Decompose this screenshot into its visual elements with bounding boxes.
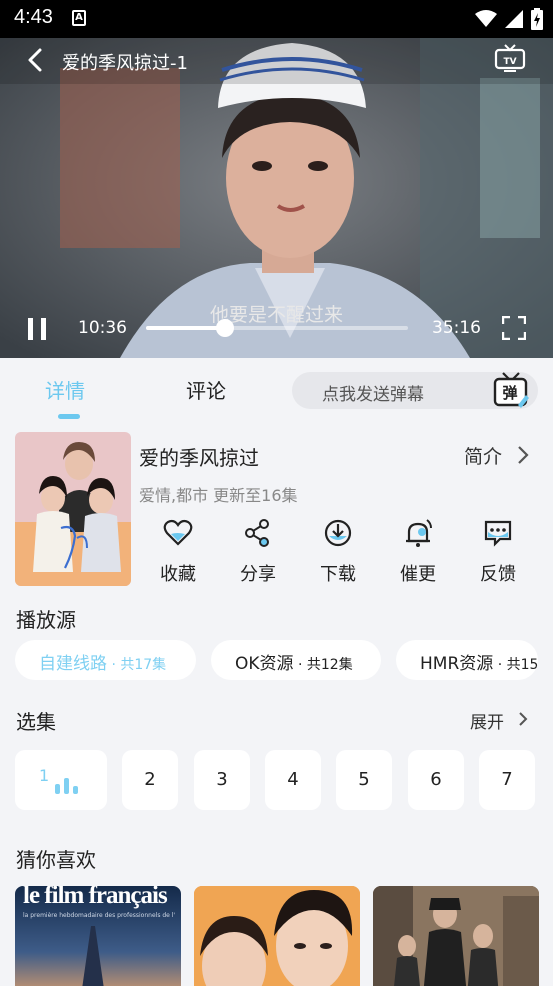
pause-button[interactable] xyxy=(27,318,49,340)
status-bar: 4:43 A xyxy=(0,0,553,38)
favorite-label: 收藏 xyxy=(160,564,196,585)
episodes-title: 选集 xyxy=(16,710,56,734)
pause-icon-bar-left xyxy=(28,318,33,340)
share-icon xyxy=(245,519,269,547)
battery-icon xyxy=(531,8,543,30)
wifi-icon xyxy=(475,10,497,27)
source-name: 自建线路 xyxy=(39,654,107,674)
source-chip[interactable]: OK资源 · 共12集 xyxy=(211,640,381,680)
danmu-toggle-icon[interactable]: 弹 xyxy=(492,371,530,409)
video-player[interactable]: 爱的季风掠过-1 TV 他要是不醒过来 10:36 35:16 xyxy=(0,38,553,358)
notification-a-icon: A xyxy=(72,10,86,26)
tab-details[interactable]: 详情 xyxy=(45,375,85,404)
duration: 35:16 xyxy=(432,318,481,338)
source-list: 自建线路 · 共17集 OK资源 · 共12集 HMR资源 · 共15集 xyxy=(0,640,553,684)
danmu-button-label: 弹 xyxy=(502,384,517,402)
now-playing-icon xyxy=(55,778,78,794)
download-button[interactable]: 下载 xyxy=(308,518,368,585)
cast-tv-icon[interactable]: TV xyxy=(494,44,526,74)
recommend-cover-image xyxy=(194,886,360,986)
recommend-cover-image xyxy=(373,886,539,986)
feedback-icon xyxy=(484,520,512,547)
favorite-button[interactable]: 收藏 xyxy=(148,518,208,585)
recommend-card[interactable] xyxy=(194,886,360,986)
episode-button[interactable]: 3 xyxy=(194,750,250,810)
source-count: · 共12集 xyxy=(293,657,353,673)
signal-icon xyxy=(505,10,523,28)
status-time: 4:43 xyxy=(14,6,53,28)
back-arrow-icon[interactable] xyxy=(22,46,50,74)
expand-link[interactable]: 展开 xyxy=(470,708,504,733)
tab-comments[interactable]: 评论 xyxy=(186,375,226,404)
recommend-title: 猜你喜欢 xyxy=(16,848,96,872)
player-controls: 10:36 35:16 xyxy=(0,308,553,348)
recommend-card[interactable]: le film français la première hebdomadair… xyxy=(15,886,181,986)
feedback-label: 反馈 xyxy=(480,564,516,585)
feedback-button[interactable]: 反馈 xyxy=(468,518,528,585)
episode-number: 1 xyxy=(39,766,50,785)
recommend-card[interactable] xyxy=(373,886,539,986)
remind-update-button[interactable]: 催更 xyxy=(388,518,448,585)
active-tab-indicator xyxy=(58,414,80,419)
current-time: 10:36 xyxy=(78,318,127,338)
source-name: HMR资源 xyxy=(420,654,494,674)
detail-panel: 详情 评论 点我发送弹幕 弹 爱的季风掠过 简介 爱情,都市 更新至16集 收藏… xyxy=(0,358,553,986)
recommend-list: le film français la première hebdomadair… xyxy=(0,886,553,986)
intro-link[interactable]: 简介 xyxy=(464,442,502,469)
recommend-cover-image xyxy=(82,926,104,986)
episode-button[interactable]: 1 xyxy=(15,750,107,810)
bell-icon xyxy=(406,519,432,547)
player-top-bar: 爱的季风掠过-1 TV xyxy=(0,38,553,84)
share-label: 分享 xyxy=(240,564,276,585)
episode-button[interactable]: 5 xyxy=(336,750,392,810)
source-count: · 共17集 xyxy=(107,657,167,673)
sources-title: 播放源 xyxy=(16,608,76,632)
source-chip[interactable]: 自建线路 · 共17集 xyxy=(15,640,196,680)
heart-icon xyxy=(163,519,193,546)
source-chip[interactable]: HMR资源 · 共15集 xyxy=(396,640,538,680)
pause-icon-bar-right xyxy=(41,318,46,340)
action-row: 收藏 分享 下载 催更 反馈 xyxy=(138,518,548,588)
episode-button[interactable]: 4 xyxy=(265,750,321,810)
remind-label: 催更 xyxy=(400,564,436,585)
progress-slider[interactable] xyxy=(146,319,408,337)
episode-list: 1 2 3 4 5 6 7 xyxy=(0,750,553,812)
svg-text:TV: TV xyxy=(503,57,516,67)
fullscreen-icon[interactable] xyxy=(502,316,526,340)
episode-button[interactable]: 7 xyxy=(479,750,535,810)
chevron-right-icon[interactable] xyxy=(516,444,530,466)
download-icon xyxy=(324,519,352,547)
show-meta: 爱情,都市 更新至16集 xyxy=(139,486,298,505)
video-title: 爱的季风掠过-1 xyxy=(62,53,188,74)
share-button[interactable]: 分享 xyxy=(228,518,288,585)
show-info: 爱的季风掠过 简介 爱情,都市 更新至16集 收藏 分享 下载 催更 反馈 xyxy=(0,430,553,590)
system-icons xyxy=(475,8,543,30)
episode-button[interactable]: 6 xyxy=(408,750,464,810)
chevron-right-icon[interactable] xyxy=(517,710,529,728)
download-label: 下载 xyxy=(320,564,356,585)
progress-knob[interactable] xyxy=(215,319,234,337)
show-title: 爱的季风掠过 xyxy=(139,446,259,470)
source-count: · 共15集 xyxy=(497,657,538,673)
source-name: OK资源 xyxy=(235,654,294,674)
episode-button[interactable]: 2 xyxy=(122,750,178,810)
progress-fill xyxy=(146,326,225,330)
danmu-placeholder: 点我发送弹幕 xyxy=(322,385,424,405)
tab-bar: 详情 评论 点我发送弹幕 弹 xyxy=(0,358,553,419)
show-poster[interactable] xyxy=(15,432,131,586)
